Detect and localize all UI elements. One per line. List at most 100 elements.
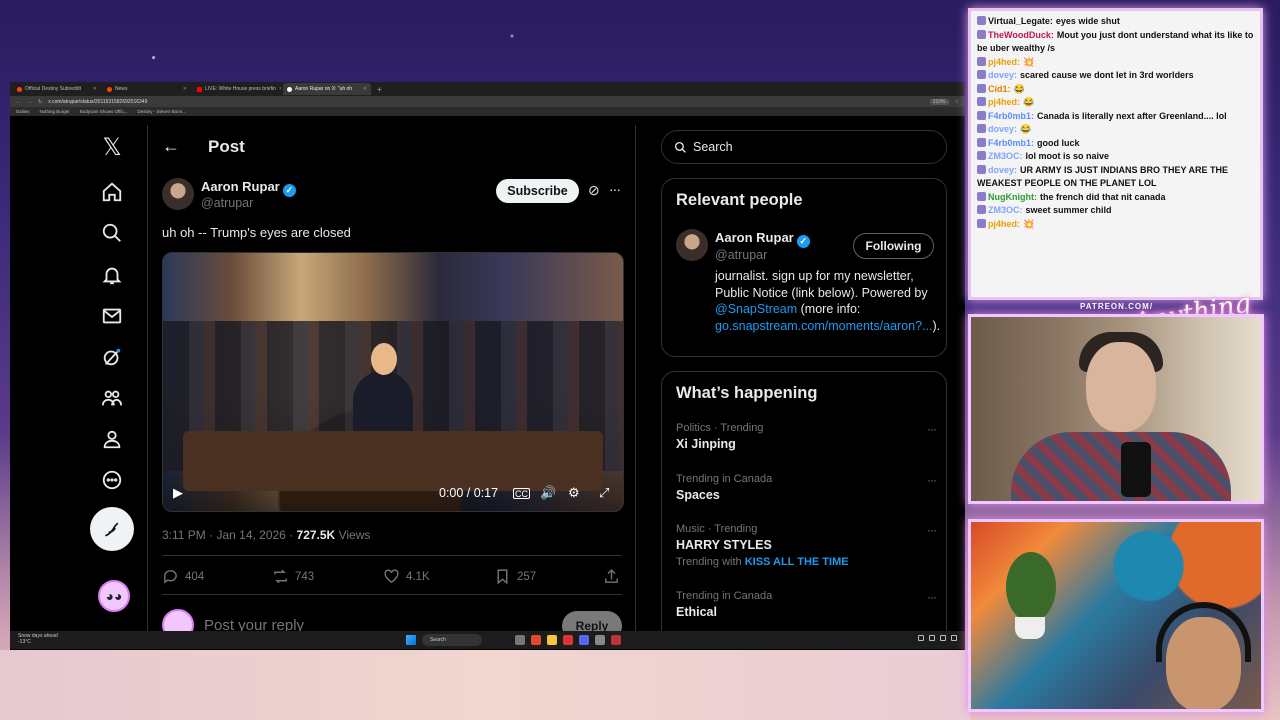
author-handle[interactable]: @atrupar xyxy=(201,196,253,210)
settings-icon[interactable]: ⚙ xyxy=(568,483,580,503)
more-options-icon[interactable]: ··· xyxy=(927,590,937,604)
repost-action[interactable]: 743 xyxy=(272,568,314,585)
tray-icon[interactable] xyxy=(951,635,957,641)
account-avatar[interactable]: ◕◕ xyxy=(98,580,130,612)
tray-icon[interactable] xyxy=(929,635,935,641)
following-button[interactable]: Following xyxy=(853,233,934,259)
chat-badge-icon xyxy=(977,164,986,174)
grok-icon[interactable]: ⊘ xyxy=(588,182,600,199)
close-icon[interactable]: ✕ xyxy=(363,86,367,92)
person-name[interactable]: Aaron Rupar ✓ xyxy=(715,230,810,248)
chat-badge-icon xyxy=(977,16,986,25)
back-icon[interactable]: ← xyxy=(16,99,21,105)
x-logo-icon[interactable]: 𝕏 xyxy=(88,129,136,165)
chat-message: Virtual_Legate: eyes wide shut xyxy=(977,15,1254,29)
author-name[interactable]: Aaron Rupar ✓ xyxy=(201,179,296,197)
webcam-host xyxy=(968,314,1264,504)
app-icon[interactable] xyxy=(531,635,541,645)
chat-message: ZM3OC: lol moot is so naive xyxy=(977,150,1254,164)
close-icon[interactable]: ✕ xyxy=(183,86,187,92)
bookmark-item[interactable]: Nothing Burger xyxy=(40,109,70,114)
whats-happening-card: What’s happening Politics · Trending Xi … xyxy=(661,371,947,631)
chat-badge-icon xyxy=(977,97,986,106)
more-options-icon[interactable]: ··· xyxy=(927,422,937,436)
bookmark-action[interactable]: 257 xyxy=(494,568,536,585)
bookmark-item[interactable]: Destiny - Steven Bonn... xyxy=(137,109,186,114)
windows-start-icon[interactable] xyxy=(406,635,416,645)
app-icon[interactable] xyxy=(595,635,605,645)
reload-icon[interactable]: ↻ xyxy=(38,99,42,105)
chat-message: F4rb0mb1: good luck xyxy=(977,137,1254,151)
divider xyxy=(162,594,622,595)
back-arrow-icon[interactable]: ← xyxy=(162,136,180,157)
person-handle[interactable]: @atrupar xyxy=(715,248,767,262)
close-icon[interactable]: ✕ xyxy=(279,86,281,92)
reply-input[interactable]: Post your reply xyxy=(204,617,304,632)
weather-widget[interactable]: Snow days ahead -13°C xyxy=(18,633,58,645)
reply-button[interactable]: Reply xyxy=(562,611,622,631)
discord-icon[interactable] xyxy=(579,635,589,645)
browser-window: Official Destiny Subreddit ✕ News ✕ LIVE: … xyxy=(10,82,965,650)
chat-message: dovey: scared cause we dont let in 3rd wo… xyxy=(977,69,1254,83)
app-icon[interactable] xyxy=(563,635,573,645)
star-icon[interactable]: ☆ xyxy=(955,99,959,105)
share-icon xyxy=(605,569,618,583)
volume-icon[interactable]: 🔊 xyxy=(540,483,556,503)
chat-message: Cid1: 😂 xyxy=(977,83,1254,97)
zoom-badge[interactable]: 210% xyxy=(929,98,949,105)
video-desk xyxy=(183,431,603,491)
chat-badge-icon xyxy=(977,218,986,228)
share-action[interactable] xyxy=(603,568,620,585)
chat-message: TheWoodDuck: Mout you just dont understan… xyxy=(977,29,1254,53)
tray-icon[interactable] xyxy=(940,635,946,641)
folder-icon[interactable] xyxy=(547,635,557,645)
tab-x-post[interactable]: Aaron Rupar on X: "uh oh ✕ xyxy=(283,83,371,95)
reply-action[interactable]: 404 xyxy=(162,568,204,585)
mail-icon[interactable] xyxy=(88,298,136,334)
home-icon[interactable] xyxy=(88,174,136,210)
play-icon[interactable]: ▶ xyxy=(173,483,183,503)
trend-item[interactable]: Trending in Canada Ethical ··· xyxy=(676,590,937,619)
tab-reddit[interactable]: Official Destiny Subreddit ✕ xyxy=(13,83,101,95)
communities-icon[interactable] xyxy=(88,380,136,416)
app-icon[interactable] xyxy=(611,635,621,645)
tab-white-house[interactable]: LIVE: White House press briefin ✕ xyxy=(193,83,281,95)
chat-badge-icon xyxy=(977,151,986,160)
trend-item[interactable]: Music · Trending HARRY STYLES Trending w… xyxy=(676,523,937,568)
subscribe-button[interactable]: Subscribe xyxy=(496,179,579,203)
compose-button[interactable] xyxy=(90,507,134,551)
grok-icon[interactable] xyxy=(88,339,136,375)
like-action[interactable]: 4.1K xyxy=(383,568,430,585)
captions-icon[interactable]: CC xyxy=(513,488,530,499)
video-player[interactable]: ▶ 0:00 / 0:17 CC 🔊 ⚙ ⤢ xyxy=(162,252,624,512)
tray-icon[interactable] xyxy=(918,635,924,641)
close-icon[interactable]: ✕ xyxy=(93,86,97,92)
trend-item[interactable]: Trending in Canada Spaces ··· xyxy=(676,473,937,502)
reply-composer[interactable]: Post your reply xyxy=(162,609,304,631)
more-options-icon[interactable]: ··· xyxy=(927,523,937,537)
bookmark-item[interactable]: Bodycam Shows Offic... xyxy=(80,109,128,114)
avatar[interactable] xyxy=(676,229,708,261)
app-icon[interactable] xyxy=(515,635,525,645)
taskbar-search[interactable]: Search xyxy=(422,634,482,646)
bookmark-icon xyxy=(497,569,508,585)
fullscreen-icon[interactable]: ⤢ xyxy=(599,483,609,503)
youtube-icon xyxy=(197,86,202,92)
author-avatar[interactable] xyxy=(162,178,194,210)
search-icon[interactable] xyxy=(88,215,136,251)
more-options-icon[interactable]: ··· xyxy=(927,473,937,487)
more-circle-icon[interactable] xyxy=(88,462,136,498)
x-app: 𝕏 ◕◕ ← Post Aaron Rupar ✓ @atrupar Subsc… xyxy=(10,125,965,631)
tab-news[interactable]: News ✕ xyxy=(103,83,191,95)
forward-icon[interactable]: → xyxy=(27,99,32,105)
new-tab-icon[interactable]: + xyxy=(377,85,382,94)
bookmark-item[interactable]: Dailies xyxy=(16,109,30,114)
search-input[interactable]: Search xyxy=(661,130,947,164)
url-field[interactable]: x.com/atrupar/status/2011531582692016349 xyxy=(48,99,924,105)
more-options-icon[interactable]: ··· xyxy=(609,181,621,197)
search-icon xyxy=(674,141,686,153)
chat-message: NugKnight: the french did that nit canada xyxy=(977,191,1254,205)
profile-icon[interactable] xyxy=(88,421,136,457)
trend-item[interactable]: Politics · Trending Xi Jinping ··· xyxy=(676,422,937,451)
bell-icon[interactable] xyxy=(88,257,136,293)
